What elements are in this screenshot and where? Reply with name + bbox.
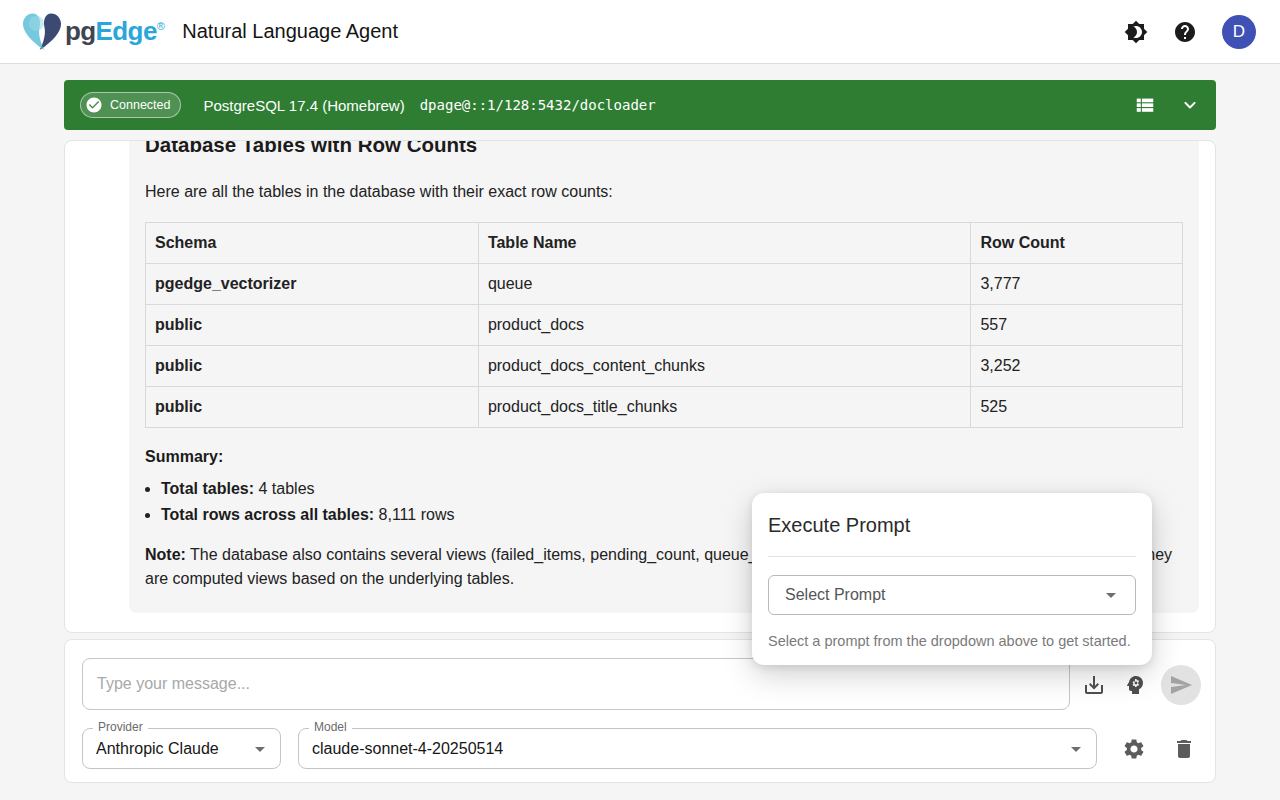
model-label: Model	[309, 720, 352, 734]
caret-down-icon	[248, 737, 272, 761]
col-schema: Schema	[146, 223, 479, 264]
col-table-name: Table Name	[478, 223, 971, 264]
connection-status-badge: Connected	[80, 92, 181, 118]
connection-expand-button[interactable]	[1180, 95, 1200, 115]
brightness-icon	[1124, 20, 1148, 44]
server-version: PostgreSQL 17.4 (Homebrew)	[203, 97, 404, 114]
help-icon	[1173, 20, 1197, 44]
pgedge-wordmark: pgEdge®	[65, 16, 164, 47]
psychology-icon	[1123, 673, 1147, 697]
provider-select[interactable]: Provider Anthropic Claude	[82, 728, 281, 769]
connection-string: dpage@::1/128:5432/docloader	[420, 97, 656, 113]
app-header: pgEdge® Natural Language Agent D	[0, 0, 1280, 64]
connection-bar: Connected PostgreSQL 17.4 (Homebrew) dpa…	[64, 80, 1216, 130]
send-button[interactable]	[1161, 665, 1201, 705]
row-counts-table: Schema Table Name Row Count pgedge_vecto…	[145, 222, 1183, 428]
summary-heading: Summary:	[145, 445, 1183, 469]
caret-down-icon	[1064, 737, 1088, 761]
help-button[interactable]	[1173, 20, 1197, 44]
col-row-count: Row Count	[971, 223, 1183, 264]
table-row: public product_docs_content_chunks 3,252	[146, 346, 1183, 387]
execute-prompt-dialog: Execute Prompt Select Prompt Select a pr…	[752, 493, 1152, 665]
prompt-select-placeholder: Select Prompt	[785, 586, 885, 604]
chevron-down-icon	[1180, 95, 1200, 115]
dialog-helper-text: Select a prompt from the dropdown above …	[768, 633, 1136, 649]
user-avatar[interactable]: D	[1222, 15, 1256, 49]
connection-status-label: Connected	[110, 98, 170, 112]
theme-toggle-button[interactable]	[1124, 20, 1148, 44]
prompt-select[interactable]: Select Prompt	[768, 575, 1136, 615]
trash-icon	[1172, 737, 1196, 761]
download-button[interactable]	[1082, 673, 1106, 697]
provider-value: Anthropic Claude	[96, 740, 219, 758]
clear-chat-button[interactable]	[1172, 737, 1196, 761]
message-intro: Here are all the tables in the database …	[145, 180, 1183, 204]
table-row: public product_docs 557	[146, 305, 1183, 346]
prompt-library-button[interactable]	[1123, 673, 1147, 697]
settings-button[interactable]	[1122, 737, 1146, 761]
message-heading: Database Tables with Row Counts	[145, 140, 1183, 157]
provider-label: Provider	[93, 720, 148, 734]
dialog-title: Execute Prompt	[768, 513, 1136, 537]
model-value: claude-sonnet-4-20250514	[312, 740, 503, 758]
table-row: pgedge_vectorizer queue 3,777	[146, 264, 1183, 305]
list-icon	[1134, 94, 1156, 116]
download-icon	[1082, 673, 1106, 697]
pgedge-logo[interactable]: pgEdge®	[20, 12, 164, 52]
message-input[interactable]	[82, 658, 1070, 710]
table-row: public product_docs_title_chunks 525	[146, 387, 1183, 428]
caret-down-icon	[1099, 583, 1123, 607]
gear-icon	[1122, 737, 1146, 761]
check-circle-icon	[85, 96, 103, 114]
connection-details-button[interactable]	[1134, 94, 1156, 116]
send-icon	[1169, 673, 1193, 697]
model-select[interactable]: Model claude-sonnet-4-20250514	[298, 728, 1097, 769]
dialog-divider	[768, 556, 1136, 557]
pgedge-heart-icon	[20, 12, 64, 52]
page-title: Natural Language Agent	[182, 20, 398, 43]
table-header-row: Schema Table Name Row Count	[146, 223, 1183, 264]
